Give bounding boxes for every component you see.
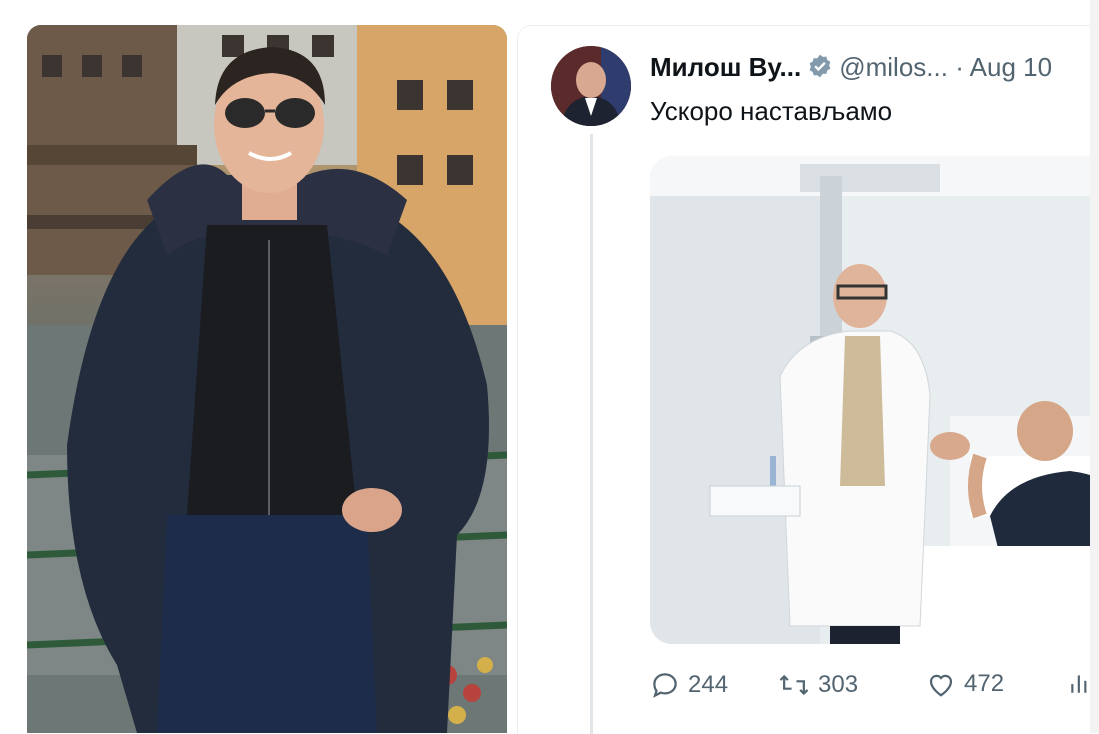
tweet-date[interactable]: Aug 10 <box>970 52 1052 82</box>
like-icon <box>926 670 956 698</box>
reply-button[interactable]: 244 <box>650 670 728 700</box>
verified-badge-icon <box>807 53 833 86</box>
retweet-icon <box>778 670 810 700</box>
like-count: 472 <box>964 670 1005 697</box>
retweet-count: 303 <box>818 671 859 698</box>
handle[interactable]: @milos... <box>839 52 948 82</box>
reply-icon <box>650 670 680 700</box>
avatar[interactable] <box>551 46 631 126</box>
tweet-header: Милош Ву... @milos... · Aug 10 <box>650 52 1052 86</box>
tweet-text: Ускоро настављамо <box>650 96 893 126</box>
display-name[interactable]: Милош Ву... <box>650 52 801 82</box>
reply-count: 244 <box>688 671 729 698</box>
avatar-portrait-illustration <box>551 46 631 126</box>
retweet-button[interactable]: 303 <box>778 670 858 700</box>
edge-strip <box>1090 0 1099 733</box>
man-by-river-illustration <box>27 25 507 733</box>
man-by-river-photo <box>27 25 507 733</box>
tweet-actions: 244 303 472 <box>650 670 1099 710</box>
thread-line <box>590 134 593 734</box>
like-button[interactable]: 472 <box>926 670 1004 698</box>
tweet-media[interactable] <box>650 156 1099 644</box>
separator: · <box>955 52 964 82</box>
tweet-card[interactable]: Милош Ву... @milos... · Aug 10 Ускоро нас… <box>517 25 1099 734</box>
hospital-room-illustration <box>650 156 1099 644</box>
